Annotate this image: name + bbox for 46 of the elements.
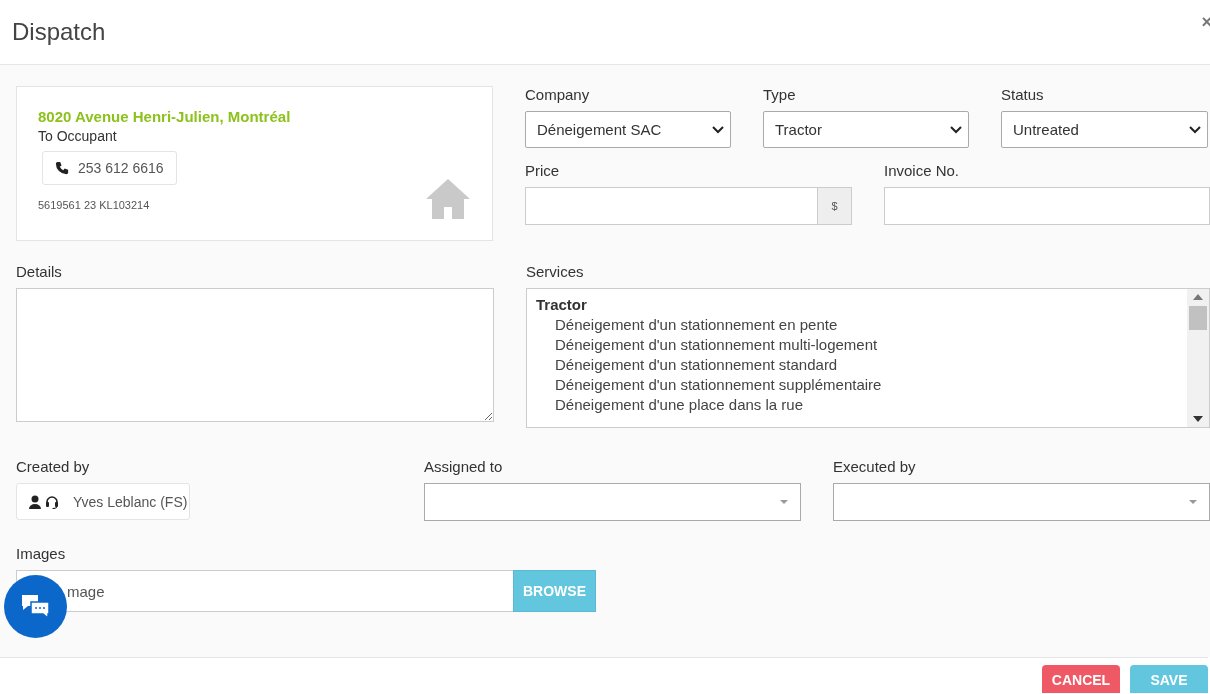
chevron-icon <box>1189 125 1201 134</box>
field-label: Type <box>763 86 797 103</box>
company-select[interactable]: Déneigement SAC <box>525 111 731 148</box>
creator-name: Yves Leblanc (FS) <box>73 493 188 510</box>
assigned-select[interactable] <box>424 483 801 521</box>
field-label: Invoice No. <box>884 162 961 179</box>
service-option[interactable]: Déneigement d'un stationnement multi-logement <box>536 336 1178 353</box>
headset-icon <box>45 494 59 509</box>
field-label: Company <box>525 86 591 103</box>
chevron-icon <box>712 125 724 134</box>
field-label: Created by <box>16 458 91 475</box>
phone-icon <box>55 161 69 175</box>
scroll-up-icon[interactable] <box>1193 294 1203 300</box>
field-label: Status <box>1001 86 1045 103</box>
details-field[interactable] <box>16 288 494 422</box>
field-label: Details <box>16 263 63 280</box>
field-label: Executed by <box>833 458 917 475</box>
price-field[interactable] <box>525 187 818 225</box>
address-text: 8020 Avenue Henri-Julien, Montréal <box>38 108 291 125</box>
group-heading: Tractor <box>536 296 588 313</box>
service-option[interactable]: Déneigement d'une place dans la rue <box>536 396 1178 413</box>
field-label: Services <box>526 263 585 280</box>
service-option[interactable]: Déneigement d'un stationnement supplémentaire <box>536 376 1178 393</box>
chevron-icon <box>950 125 962 134</box>
field-label: Assigned to <box>424 458 504 475</box>
house-icon <box>424 177 472 221</box>
scroll-down-icon[interactable] <box>1193 416 1203 422</box>
person-icon <box>29 494 41 509</box>
services-list[interactable] <box>526 288 1210 428</box>
recipient-text: To Occupant <box>38 128 117 144</box>
service-option[interactable]: Déneigement d'un stationnement en pente <box>536 316 1178 333</box>
image-field[interactable]: mage <box>16 570 513 612</box>
scrollbar-thumb[interactable] <box>1189 306 1207 330</box>
currency-addon: $ <box>818 187 852 225</box>
type-select[interactable]: Tractor <box>763 111 969 148</box>
invoice-field[interactable] <box>884 187 1210 225</box>
field-label: Price <box>525 162 561 179</box>
executed-select[interactable] <box>833 483 1210 521</box>
phone-number: 253 612 6616 <box>78 160 164 176</box>
caret-icon <box>1189 500 1197 504</box>
caret-icon <box>780 500 788 504</box>
service-option[interactable]: Déneigement d'un stationnement standard <box>536 356 1178 373</box>
modal-title: Dispatch <box>12 18 106 46</box>
field-label: Images <box>16 545 67 562</box>
status-select[interactable]: Untreated <box>1001 111 1208 148</box>
reference-number: 5619561 23 KL103214 <box>38 199 150 211</box>
